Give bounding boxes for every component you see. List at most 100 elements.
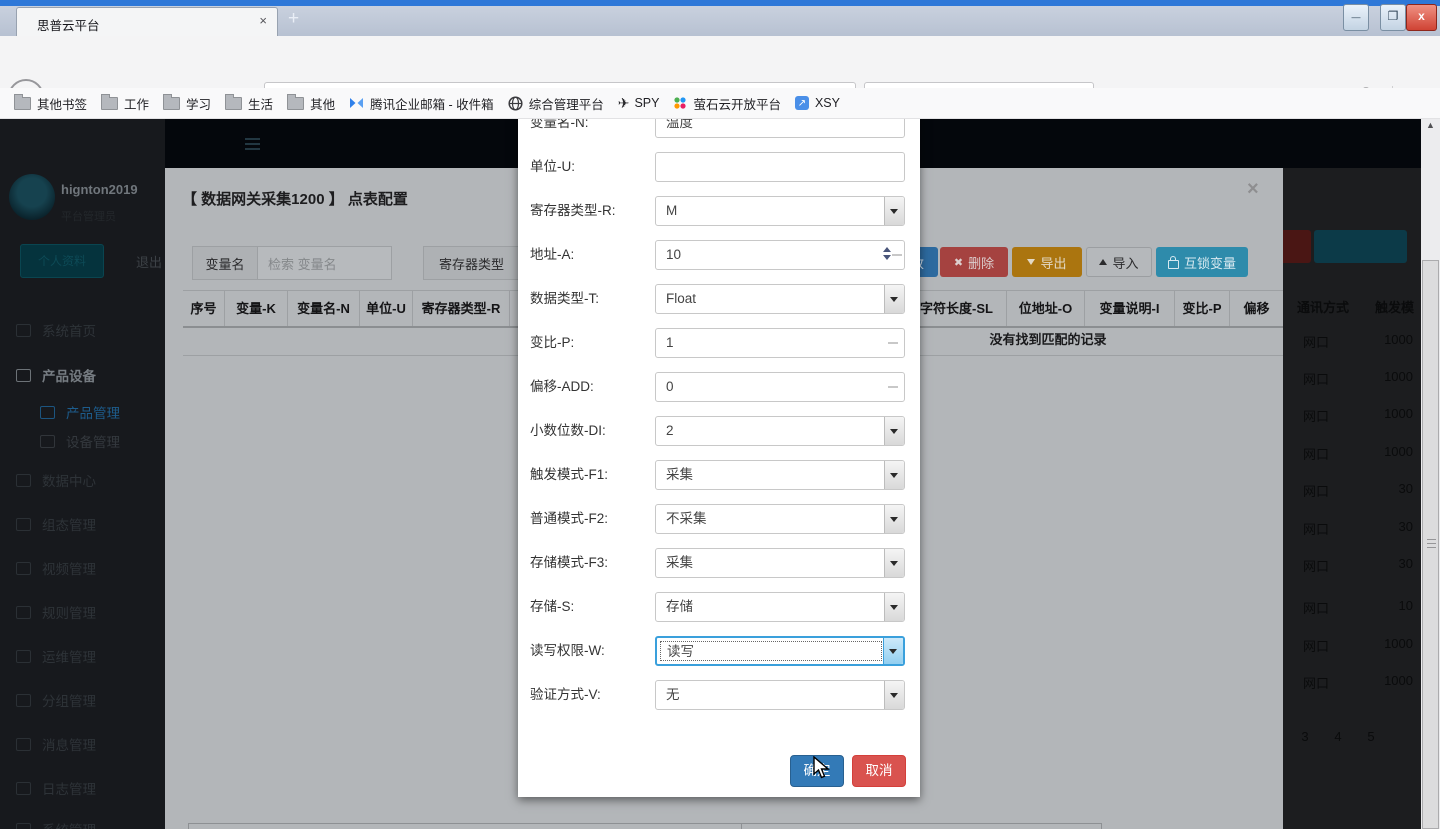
dropdown-button[interactable] [884,417,904,445]
cancel-button[interactable]: 取消 [852,755,906,787]
sidebar-item-home: 系统首页 [16,317,96,343]
point-config-dialog: 变量名-N: 温度 单位-U: 寄存器类型-R: M 地址-A: 10 [518,80,920,797]
chevron-down-icon [890,429,898,434]
verify-mode-select[interactable]: 无 [655,680,905,710]
spinner-arrows[interactable] [880,245,894,267]
trigger-mode-select[interactable]: 采集 [655,460,905,490]
bookmarks-bar: 其他书签 工作 学习 生活 其他 腾讯企业邮箱 - 收件箱 综合管理平台 ✈ [0,88,1440,119]
browser-toolbar: ← → ↻ ⌂ iot.idosp.net/admin/index.html?l… [0,36,1440,89]
device-list-icon [40,435,55,448]
bookmark-ezviz[interactable]: 萤石云开放平台 [673,94,781,113]
monitor-icon [16,562,31,575]
normal-mode-select[interactable]: 不采集 [655,504,905,534]
dropdown-button[interactable] [884,285,904,313]
new-tab-button[interactable]: + [288,8,299,30]
spinner-divider [888,342,898,344]
log-icon [16,782,31,795]
avatar [9,174,55,220]
ratio-input[interactable]: 1 [655,328,905,358]
device-icon [16,369,31,382]
sidebar-username: hignton2019 [61,182,138,197]
bookmark-tencent-mail[interactable]: 腾讯企业邮箱 - 收件箱 [349,94,494,113]
sitemap-icon [16,694,31,707]
form-row-verify-mode: 验证方式-V: 无 [518,673,920,717]
chevron-down-icon [890,473,898,478]
dropdown-button[interactable] [884,593,904,621]
spin-up-icon [883,247,891,252]
import-button: 导入 [1086,247,1152,277]
no-records-text: 没有找到匹配的记录 [943,325,1153,355]
chevron-down-icon [889,649,897,654]
comment-icon [16,738,31,751]
chevron-down-icon [890,209,898,214]
register-type-select[interactable]: M [655,196,905,226]
spinner-divider [888,386,898,388]
page-scrollbar[interactable]: ▲ [1421,118,1440,829]
sidebar-item-messages: 消息管理 [16,731,96,757]
dropdown-button[interactable] [884,681,904,709]
sidebar-item-logs: 日志管理 [16,775,96,801]
folder-icon [101,97,118,110]
unit-input[interactable] [655,152,905,182]
dropdown-button[interactable] [884,197,904,225]
address-stepper[interactable]: 10 [655,240,905,270]
delete-button: ✖ 删除 [940,247,1008,277]
browser-tab[interactable]: 思普云平台 × [16,7,278,37]
product-icon [40,406,55,419]
sidebar-user-role: 平台管理员 [61,208,116,224]
form-row-normal-mode: 普通模式-F2: 不采集 [518,497,920,541]
sidebar-item-product-device: 产品设备 [16,362,96,388]
dropdown-button[interactable] [884,549,904,577]
form-row-ratio: 变比-P: 1 [518,321,920,365]
register-type-filter: 寄存器类型 [423,246,520,280]
rw-permission-select[interactable]: 读写 [655,636,905,666]
sidebar-item-system: 系统管理 [16,816,96,829]
bookmark-spy[interactable]: ✈ SPY [618,95,660,112]
folder-icon [225,97,242,110]
restore-button[interactable]: ❐ [1380,4,1406,31]
storage-mode-select[interactable]: 采集 [655,548,905,578]
chevron-down-icon [890,561,898,566]
bookmark-folder-work[interactable]: 工作 [101,94,149,113]
tab-close-icon[interactable]: × [259,13,267,28]
bookmark-folder-other[interactable]: 其他书签 [14,94,87,113]
variable-search-input: 检索 变量名 [257,246,392,280]
delete-x-icon: ✖ [954,256,963,269]
chevron-down-icon [890,693,898,698]
chevron-down-icon [890,297,898,302]
form-row-storage-mode: 存储模式-F3: 采集 [518,541,920,585]
bookmark-mgmt-platform[interactable]: 综合管理平台 [508,94,604,113]
minimize-button[interactable]: — [1343,4,1369,31]
dropdown-button[interactable] [884,461,904,489]
rules-icon [16,606,31,619]
storage-select[interactable]: 存储 [655,592,905,622]
data-type-select[interactable]: Float [655,284,905,314]
dropdown-button[interactable] [884,505,904,533]
bookmark-folder-study[interactable]: 学习 [163,94,211,113]
bookmark-folder-misc[interactable]: 其他 [287,94,335,113]
decimals-select[interactable]: 2 [655,416,905,446]
form-row-trigger-mode: 触发模式-F1: 采集 [518,453,920,497]
sidebar: hignton2019 平台管理员 个人资料 退出 系统首页 产品设备 产品管理… [0,118,165,829]
dropdown-button[interactable] [883,638,903,664]
spinner-divider [892,254,902,256]
window-close-button[interactable]: x [1406,4,1437,31]
data-icon [16,474,31,487]
arrow-square-icon: ↗ [795,96,809,110]
spin-down-icon [883,255,891,260]
form-row-offset: 偏移-ADD: 0 [518,365,920,409]
scroll-up-arrow[interactable]: ▲ [1421,120,1440,130]
bookmark-folder-life[interactable]: 生活 [225,94,273,113]
sidebar-item-video: 视频管理 [16,555,96,581]
bottom-table-edge [188,823,1102,829]
scrollbar-thumb[interactable] [1422,260,1439,829]
folder-icon [14,97,31,110]
offset-input[interactable]: 0 [655,372,905,402]
export-button: 导出 [1012,247,1082,277]
globe-icon [508,96,523,111]
chevron-down-icon [890,605,898,610]
form-row-register-type: 寄存器类型-R: M [518,189,920,233]
form-row-unit: 单位-U: [518,145,920,189]
bookmark-xsy[interactable]: ↗ XSY [795,96,840,110]
panel-close-icon: × [1247,178,1259,201]
